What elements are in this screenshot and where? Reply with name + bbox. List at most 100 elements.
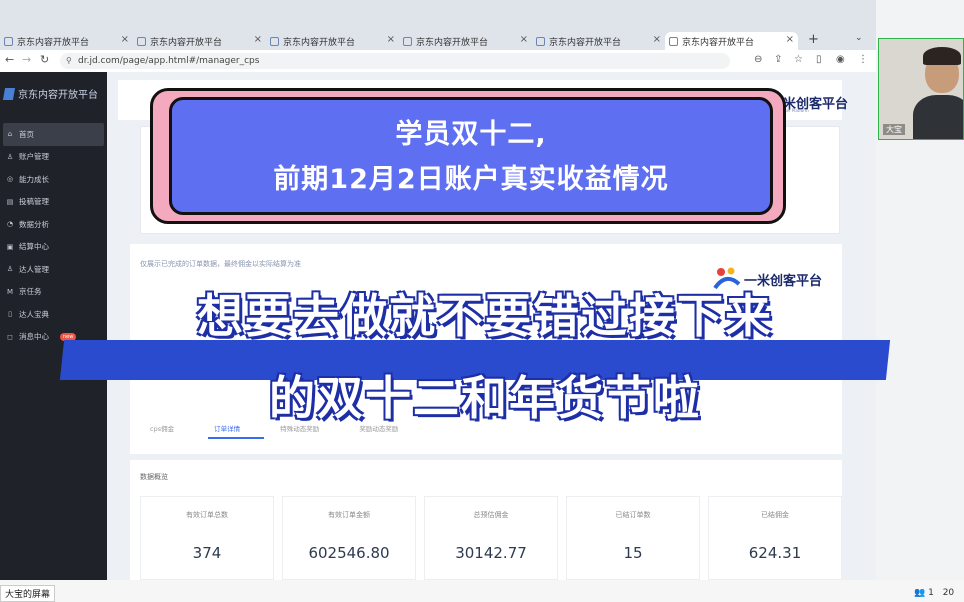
sidebar-item[interactable]: ◎ 能力成长 [0,168,107,191]
tab-close-icon[interactable]: × [121,34,129,45]
stat-label: 已结佣金 [761,511,789,519]
tab-title: 京东内容开放平台 [682,37,755,48]
stat-value: 374 [192,544,222,562]
browser-menu-icon[interactable]: ⋮ [858,54,868,65]
bubble-line-2: 前期12月2日账户真实收益情况 [273,164,669,195]
sidebar-item[interactable]: ⌂ 首页 [3,123,104,146]
tab-favicon-icon [137,36,146,46]
sidebar-item-icon: ▤ [6,197,14,206]
sidebar-item-label: 首页 [19,129,34,139]
sidebar-item[interactable]: ▤ 投稿管理 [0,191,107,214]
browser-tab[interactable]: 京东内容开放平台 × [665,32,798,50]
stat-value: 30142.77 [455,544,527,562]
browser-tab[interactable]: 京东内容开放平台 × [133,32,266,50]
forward-icon[interactable]: → [22,53,31,66]
sidebar-item-icon: ◔ [6,220,14,229]
logo-text: 京东内容开放平台 [18,90,98,101]
sidebar-item-label: 结算中心 [19,242,49,252]
bottom-right-text: 20 [942,588,955,598]
webcam-video[interactable]: 大宝 [878,38,964,140]
data-note: 仅展示已完成的订单数据，最终佣金以实际结算为准 [140,260,301,268]
active-tab-underline [208,437,264,439]
new-tab-button[interactable]: + [808,32,819,47]
presenter-hair [923,47,961,65]
url-input[interactable]: ⚲ dr.jd.com/page/app.html#/manager_cps [60,53,730,69]
tab-close-icon[interactable]: × [653,34,661,45]
participants-indicator[interactable]: 👥 1 20 [914,588,954,598]
stat-value: 624.31 [748,544,802,562]
stat-value: 15 [623,544,643,562]
stat-card: 有效订单总数 374 [140,496,274,580]
sidebar-item-icon: ◻ [7,332,13,341]
sidebar-item-label: 达人管理 [19,264,49,274]
sidebar-item-icon: ▯ [8,310,12,319]
caption-line-1: 想要去做就不要错过接下来 [197,289,773,343]
sidebar-item[interactable]: ▣ 结算中心 [0,236,107,259]
browser-tab[interactable]: 京东内容开放平台 × [0,32,133,50]
stat-label: 有效订单总数 [186,511,228,519]
sidebar-item-icon: ◎ [6,175,14,184]
sidebar-item[interactable]: ◔ 数据分析 [0,213,107,236]
tab-title: 京东内容开放平台 [283,37,356,48]
tab-close-icon[interactable]: × [387,34,395,45]
side-panel-icon[interactable]: ▯ [816,54,822,65]
meeting-bottom-bar [0,580,964,602]
stat-label: 有效订单金额 [328,511,370,519]
sidebar-item-label: 达人宝典 [19,309,49,319]
tab-title: 京东内容开放平台 [416,37,489,48]
tab-close-icon[interactable]: × [786,34,794,45]
url-text: dr.jd.com/page/app.html#/manager_cps [78,56,260,66]
sidebar-item-icon: ♙ [6,152,14,161]
sidebar-item[interactable]: ♙ 达人管理 [0,258,107,281]
lock-icon: ⚲ [66,56,72,65]
sidebar-item-icon: ▣ [6,242,14,251]
browser-tab[interactable]: 京东内容开放平台 × [266,32,399,50]
back-icon[interactable]: ← [5,53,14,66]
tab-title: 京东内容开放平台 [17,37,90,48]
bubble-line-1: 学员双十二, [395,119,547,150]
tab-favicon-icon [4,36,13,46]
sidebar-item-label: 京任务 [19,287,42,297]
sidebar-item-icon: ⌂ [7,130,13,139]
stat-card: 总预估佣金 30142.77 [424,496,558,580]
caption-line-2: 的双十二和年货节啦 [269,371,701,425]
reload-icon[interactable]: ↻ [40,53,49,66]
tab-favicon-icon [270,36,279,46]
browser-tab[interactable]: 京东内容开放平台 × [532,32,665,50]
tab-favicon-icon [403,36,412,46]
tab-search-icon[interactable]: ⌄ [855,33,863,43]
sidebar-item-label: 投稿管理 [19,197,49,207]
screen-share-label: 大宝的屏幕 [0,585,56,602]
presenter-body [913,95,963,139]
tab-title: 京东内容开放平台 [549,37,622,48]
tab-title: 京东内容开放平台 [150,37,223,48]
data-overview-title: 数据概览 [140,473,168,481]
stat-card: 有效订单金额 602546.80 [282,496,416,580]
stat-card: 已结佣金 624.31 [708,496,842,580]
stat-label: 已结订单数 [615,511,651,519]
tab-close-icon[interactable]: × [520,34,528,45]
sidebar-item-label: 能力成长 [19,174,49,184]
tab-close-icon[interactable]: × [254,34,262,45]
sidebar-item-icon: M [6,287,14,296]
participants-count: 1 [928,588,934,598]
participants-icon: 👥 [914,588,926,598]
stat-card: 已结订单数 15 [566,496,700,580]
sidebar-item-label: 账户管理 [19,152,49,162]
bookmark-star-icon[interactable]: ☆ [794,54,803,65]
webcam-name-label: 大宝 [883,124,905,135]
caption-bubble: 学员双十二, 前期12月2日账户真实收益情况 [169,97,773,215]
tab-favicon-icon [536,36,545,46]
zoom-icon[interactable]: ⊖ [754,54,762,65]
sidebar-item[interactable]: ♙ 账户管理 [0,146,107,169]
sidebar-item-label: 数据分析 [19,219,49,229]
profile-icon[interactable]: ◉ [836,54,845,65]
stat-value: 602546.80 [308,544,390,562]
sidebar-item-label: 消息中心 [19,332,49,342]
share-icon[interactable]: ⇪ [774,54,782,65]
platform-logo[interactable]: 京东内容开放平台 [2,86,98,101]
browser-tab[interactable]: 京东内容开放平台 × [399,32,532,50]
tab-favicon-icon [669,36,678,46]
stat-label: 总预估佣金 [473,511,509,519]
sidebar-item-icon: ♙ [6,265,14,274]
